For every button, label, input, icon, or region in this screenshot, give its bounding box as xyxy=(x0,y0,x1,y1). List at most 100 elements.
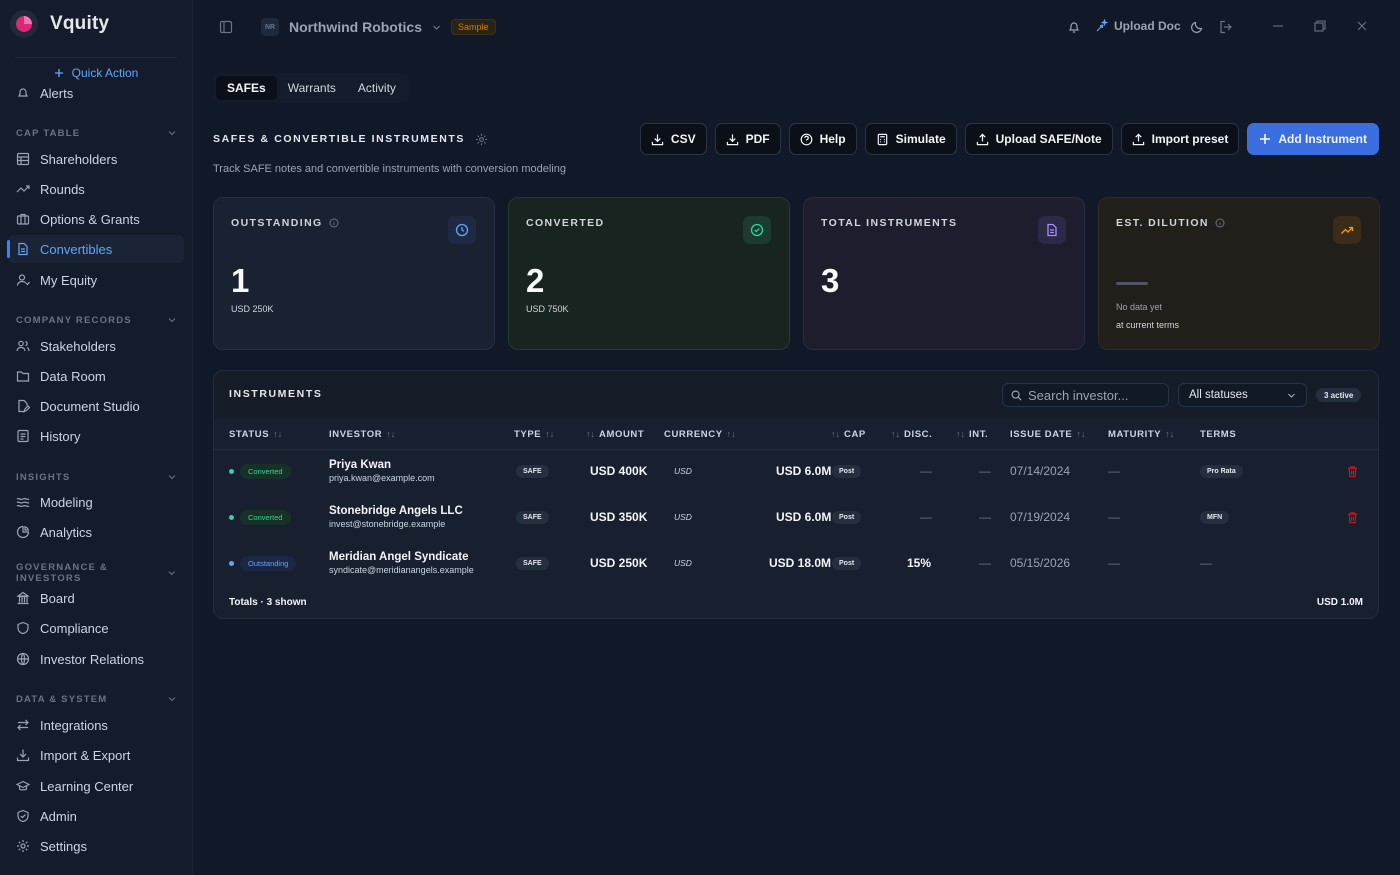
column-header-currency[interactable]: CURRENCY ↑↓ xyxy=(664,428,736,440)
instrument-tabs: SAFEs Warrants Activity xyxy=(213,73,410,103)
section-cap-table[interactable]: CAP TABLE xyxy=(16,126,176,140)
info-icon[interactable] xyxy=(329,218,339,228)
tab-safes[interactable]: SAFEs xyxy=(216,76,277,100)
notifications-button[interactable] xyxy=(1067,20,1081,34)
info-icon[interactable] xyxy=(1215,218,1225,228)
table-row[interactable]: Converted Priya Kwan priya.kwan@example.… xyxy=(214,448,1378,494)
search-input[interactable] xyxy=(1028,387,1158,403)
sidebar-item-my-equity[interactable]: My Equity xyxy=(8,266,184,294)
column-header-disc[interactable]: ↑↓ DISC. xyxy=(891,428,932,440)
company-avatar: NR xyxy=(261,18,279,36)
brand-divider xyxy=(15,57,177,58)
tab-activity[interactable]: Activity xyxy=(347,76,407,100)
theme-toggle-button[interactable] xyxy=(1190,20,1204,34)
simulate-button[interactable]: Simulate xyxy=(864,123,957,155)
sidebar-item-modeling[interactable]: Modeling xyxy=(8,488,184,516)
sidebar-item-document-studio[interactable]: Document Studio xyxy=(8,392,184,420)
sidebar-item-history[interactable]: History xyxy=(8,422,184,450)
column-header-maturity[interactable]: MATURITY ↑↓ xyxy=(1108,428,1174,440)
trash-icon xyxy=(1347,465,1358,477)
sidebar-item-convertibles[interactable]: Convertibles xyxy=(7,235,184,263)
currency-cell: USD xyxy=(674,466,692,476)
sidebar-item-admin[interactable]: Admin xyxy=(8,802,184,830)
sidebar-item-learning-center[interactable]: Learning Center xyxy=(8,772,184,800)
sidebar-item-investor-relations[interactable]: Investor Relations xyxy=(8,645,184,673)
sidebar-item-settings[interactable]: Settings xyxy=(8,832,184,860)
est-dilution-card: EST. DILUTION No data yet at current ter… xyxy=(1098,197,1380,350)
status-filter-select[interactable]: All statuses xyxy=(1178,383,1307,407)
issue-date-cell: 07/19/2024 xyxy=(1010,510,1071,524)
delete-button[interactable] xyxy=(1346,494,1359,540)
cap-cell: USD 6.0M xyxy=(776,510,832,524)
column-header-type[interactable]: TYPE ↑↓ xyxy=(514,428,554,440)
column-header-issue-date[interactable]: ISSUE DATE ↑↓ xyxy=(1010,428,1085,440)
table-row[interactable]: Outstanding Meridian Angel Syndicate syn… xyxy=(214,540,1378,586)
cap-type-cell: Post xyxy=(832,494,862,540)
terms-cell: MFN xyxy=(1200,494,1230,540)
sidebar-item-analytics[interactable]: Analytics xyxy=(8,518,184,546)
maturity-cell: — xyxy=(1108,556,1120,570)
restore-window-button[interactable] xyxy=(1314,20,1326,32)
section-data-system[interactable]: DATA & SYSTEM xyxy=(16,692,176,706)
bell-icon xyxy=(1069,22,1079,33)
restore-icon xyxy=(1314,20,1326,32)
import-preset-button[interactable]: Import preset xyxy=(1120,123,1240,155)
sidebar-item-shareholders[interactable]: Shareholders xyxy=(8,145,184,173)
amount-cell: USD 250K xyxy=(590,556,648,570)
section-insights[interactable]: INSIGHTS xyxy=(16,470,176,484)
graduation-cap-icon xyxy=(16,780,30,791)
totals-value: USD 1.0M xyxy=(1316,597,1363,608)
download-icon xyxy=(16,749,30,762)
close-window-button[interactable] xyxy=(1356,20,1368,32)
sparkle-upload-icon xyxy=(1096,19,1108,32)
upload-doc-button[interactable]: Upload Doc xyxy=(1094,19,1181,33)
outstanding-amount: USD 250K xyxy=(231,304,274,314)
sidebar-item-import-export[interactable]: Import & Export xyxy=(8,741,184,769)
sidebar-item-rounds[interactable]: Rounds xyxy=(8,175,184,203)
sort-icon: ↑↓ xyxy=(586,429,595,439)
sort-icon: ↑↓ xyxy=(726,429,736,439)
maturity-cell: — xyxy=(1108,510,1120,524)
chevron-down-icon xyxy=(168,131,176,136)
empty-value-placeholder xyxy=(1116,282,1148,285)
sidebar-toggle-button[interactable] xyxy=(219,20,233,34)
table-row[interactable]: Converted Stonebridge Angels LLC invest@… xyxy=(214,494,1378,540)
sign-out-button[interactable] xyxy=(1219,20,1233,34)
sidebar-item-alerts[interactable]: Alerts xyxy=(8,82,184,107)
sidebar-item-data-room[interactable]: Data Room xyxy=(8,362,184,390)
sidebar-item-options-grants[interactable]: Options & Grants xyxy=(8,205,184,233)
tab-warrants[interactable]: Warrants xyxy=(277,76,347,100)
column-header-amount[interactable]: ↑↓ AMOUNT xyxy=(586,428,644,440)
brand-name: Vquity xyxy=(50,13,110,34)
issue-date-cell: 07/14/2024 xyxy=(1010,464,1071,478)
pdf-button[interactable]: PDF xyxy=(714,123,781,155)
add-instrument-button[interactable]: Add Instrument xyxy=(1247,123,1379,155)
upload-safe-note-button[interactable]: Upload SAFE/Note xyxy=(964,123,1113,155)
status-dot xyxy=(229,468,234,474)
column-header-status[interactable]: STATUS ↑↓ xyxy=(229,428,282,440)
gear-icon[interactable] xyxy=(475,133,488,146)
brand[interactable]: Vquity xyxy=(10,9,109,39)
page-title: SAFES & CONVERTIBLE INSTRUMENTS xyxy=(213,131,488,147)
minimize-window-button[interactable] xyxy=(1272,20,1284,32)
column-header-cap[interactable]: ↑↓ CAP xyxy=(831,428,866,440)
section-governance[interactable]: GOVERNANCE & INVESTORS xyxy=(16,562,176,584)
delete-button[interactable] xyxy=(1346,448,1359,494)
quick-action-button[interactable]: Quick Action xyxy=(0,64,192,82)
arrows-swap-icon xyxy=(17,719,29,731)
section-company-records[interactable]: COMPANY RECORDS xyxy=(16,313,176,327)
file-text-icon xyxy=(1038,216,1066,244)
status-badge: Converted xyxy=(229,448,291,494)
column-header-investor[interactable]: INVESTOR ↑↓ xyxy=(329,428,395,440)
sidebar-item-board[interactable]: Board xyxy=(8,584,184,612)
sidebar-item-integrations[interactable]: Integrations xyxy=(8,711,184,739)
top-bar: NR Northwind Robotics Sample Upload Doc xyxy=(193,0,1400,54)
csv-button[interactable]: CSV xyxy=(639,123,707,155)
help-button[interactable]: Help xyxy=(788,123,857,155)
sidebar-item-stakeholders[interactable]: Stakeholders xyxy=(8,332,184,360)
cap-type-cell: Post xyxy=(832,540,862,586)
company-switcher[interactable]: NR Northwind Robotics Sample xyxy=(261,16,496,38)
download-icon xyxy=(651,133,664,145)
sidebar-item-compliance[interactable]: Compliance xyxy=(8,614,184,642)
column-header-int[interactable]: ↑↓ INT. xyxy=(956,428,988,440)
